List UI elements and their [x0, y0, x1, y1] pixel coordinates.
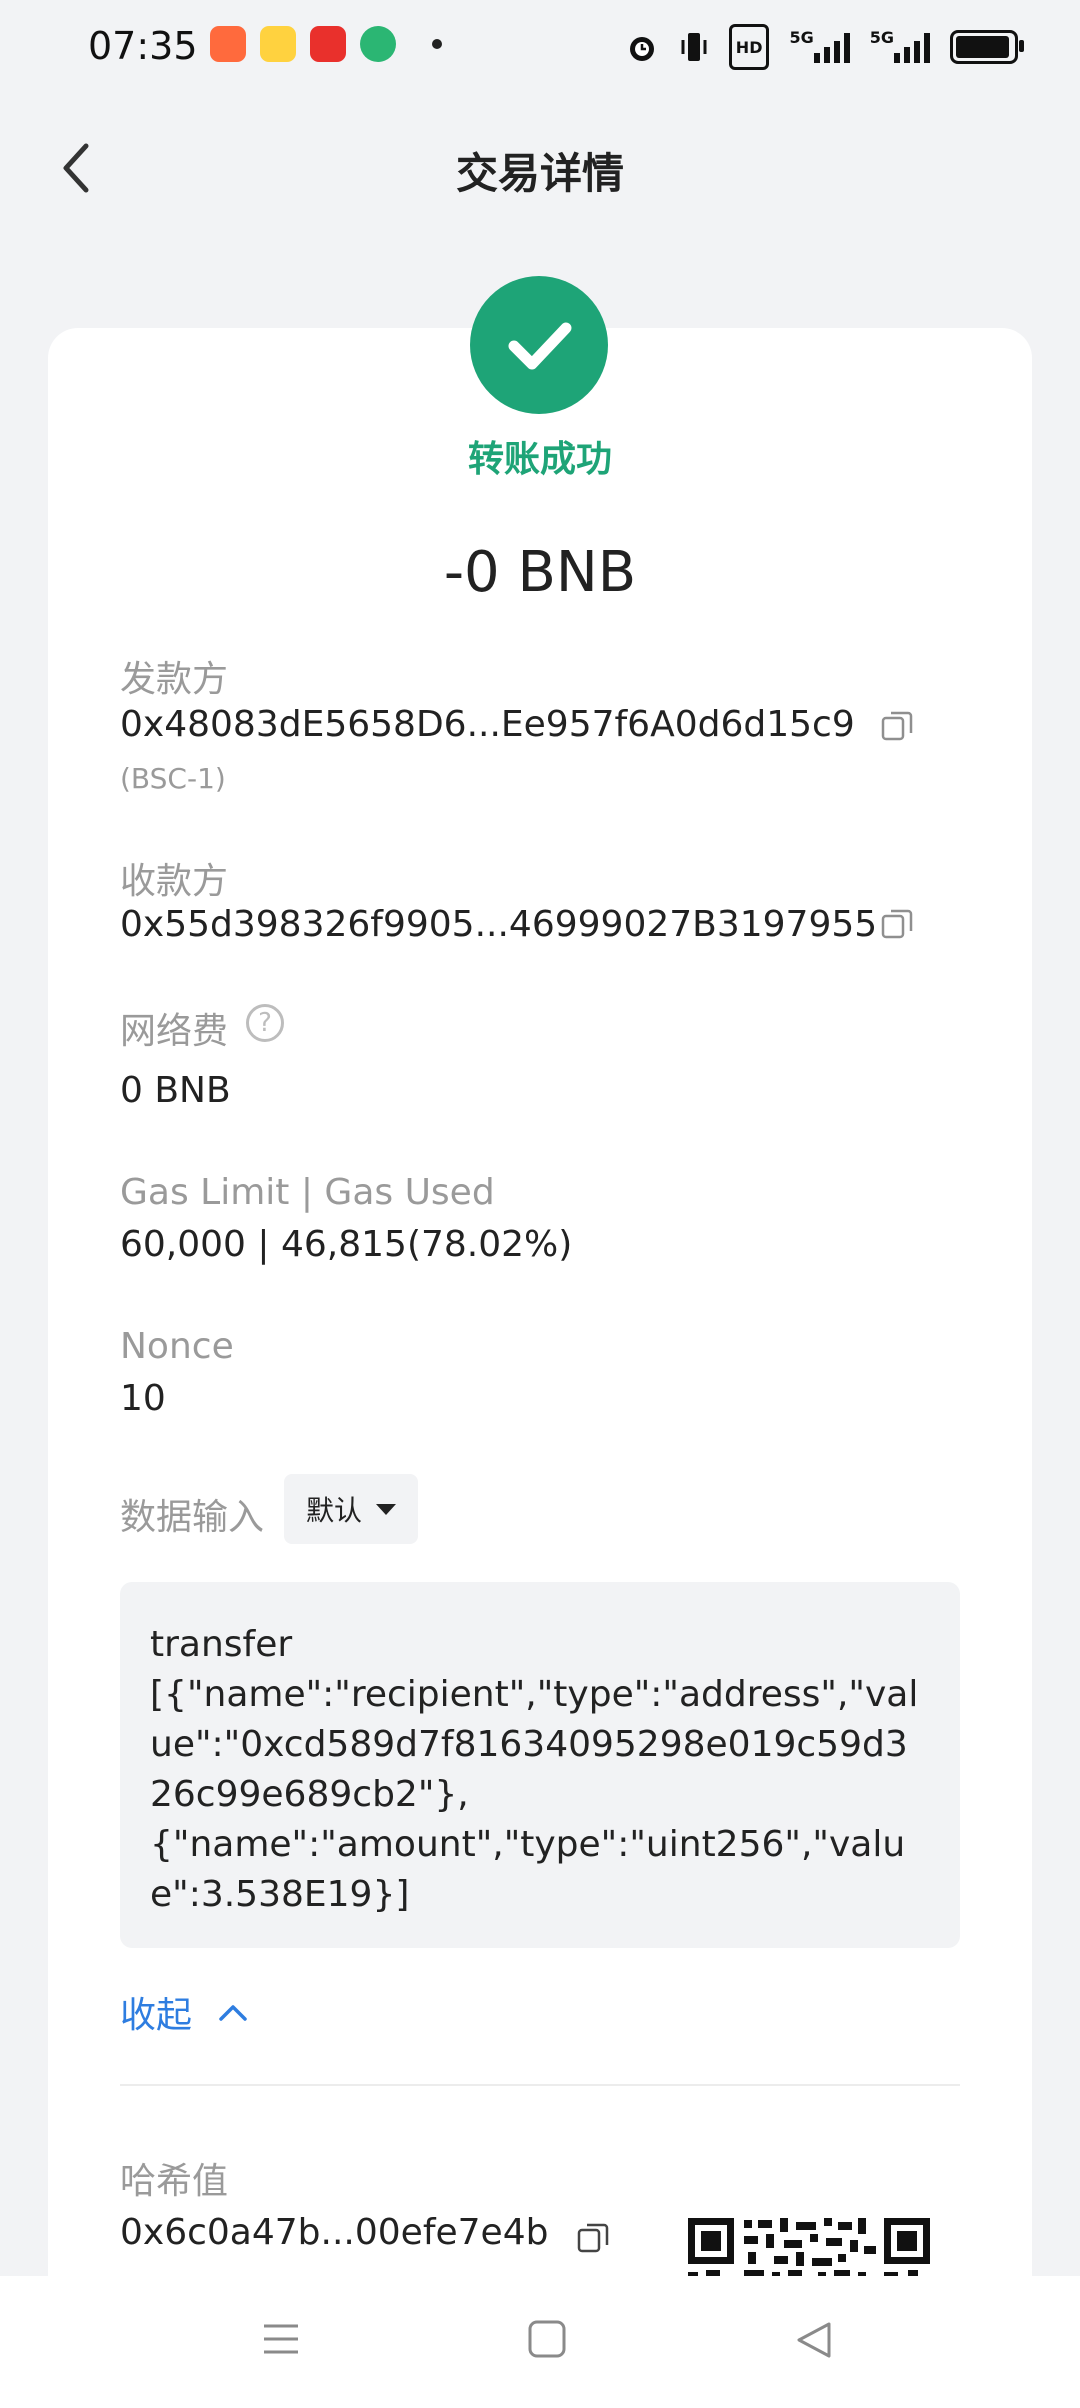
page-title: 交易详情	[455, 149, 624, 198]
sender-address: 0x48083dE5658D6...Ee957f6A0d6d15c9	[120, 704, 855, 745]
sender-network: (BSC-1)	[120, 762, 226, 795]
app-header: 交易详情	[0, 110, 1080, 230]
copy-hash-icon[interactable]	[576, 2220, 610, 2254]
chevron-up-icon	[219, 2005, 247, 2021]
caret-down-icon	[376, 1503, 396, 1515]
transfer-status: 转账成功	[467, 439, 612, 480]
success-check-icon	[470, 276, 608, 414]
nonce-label: Nonce	[120, 1326, 234, 1367]
signal-5g-icon-2: 5G	[870, 28, 930, 66]
fee-label: 网络费	[120, 1011, 229, 1052]
sender-label: 发款方	[120, 659, 229, 700]
app-icon-3	[310, 26, 346, 62]
system-icons: HD 5G 5G	[625, 24, 1024, 70]
collapse-button[interactable]: 收起	[120, 1986, 248, 2038]
data-input-box: transfer [{"name":"recipient","type":"ad…	[120, 1582, 960, 1948]
collapse-label: 收起	[120, 1995, 193, 2036]
hd-voice-icon: HD	[728, 24, 770, 70]
receiver-label: 收款方	[120, 861, 229, 902]
fee-value: 0 BNB	[120, 1070, 231, 1111]
status-bar: 07:35 HD 5G 5G	[0, 0, 1080, 96]
hash-value: 0x6c0a47b...00efe7e4b	[120, 2212, 549, 2253]
gas-label: Gas Limit | Gas Used	[120, 1172, 495, 1213]
copy-sender-icon[interactable]	[880, 708, 914, 742]
status-time: 07:35	[88, 24, 198, 68]
more-notifications-dot	[432, 39, 442, 49]
nonce-value: 10	[120, 1378, 166, 1419]
signal-5g-icon-1: 5G	[789, 28, 850, 66]
app-icon-2	[260, 26, 296, 62]
data-format-selected: 默认	[305, 1494, 362, 1527]
copy-receiver-icon[interactable]	[880, 906, 914, 940]
fee-help-icon[interactable]: ?	[246, 1004, 284, 1042]
menu-nav-icon[interactable]	[262, 2320, 300, 2362]
data-input-content: transfer [{"name":"recipient","type":"ad…	[150, 1624, 919, 1915]
gas-value: 60,000 | 46,815(78.02%)	[120, 1224, 573, 1265]
notification-icons	[210, 26, 442, 62]
system-nav-bar	[0, 2276, 1080, 2408]
divider	[120, 2084, 960, 2086]
app-icon-1	[210, 26, 246, 62]
hash-label: 哈希值	[120, 2161, 229, 2202]
home-nav-icon[interactable]	[528, 2320, 566, 2362]
receiver-address: 0x55d398326f9905...46999027B3197955	[120, 904, 878, 945]
transaction-amount: -0 BNB	[443, 540, 637, 605]
hash-qr-code[interactable]	[688, 2218, 930, 2278]
back-nav-icon[interactable]	[794, 2320, 834, 2364]
data-input-label: 数据输入	[120, 1497, 265, 1538]
battery-icon	[950, 28, 1024, 66]
app-icon-4	[360, 26, 396, 62]
alarm-icon	[625, 28, 659, 66]
vibrate-icon	[679, 28, 709, 66]
data-format-dropdown[interactable]: 默认	[284, 1474, 418, 1544]
